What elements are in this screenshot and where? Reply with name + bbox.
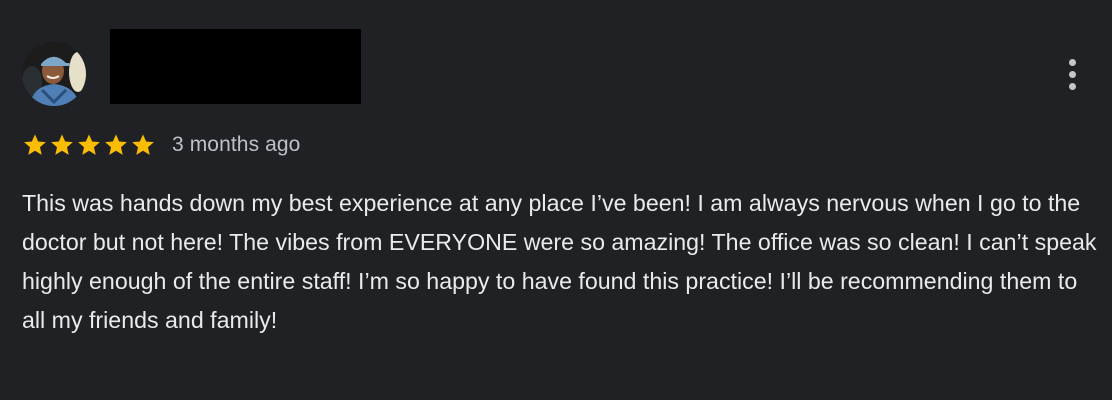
redacted-reviewer-name (110, 29, 361, 104)
more-vert-icon-dot (1068, 70, 1076, 78)
more-vert-icon-dot (1068, 82, 1076, 90)
review-text: This was hands down my best experience a… (22, 190, 1097, 333)
more-options-button[interactable] (1054, 52, 1090, 96)
avatar-photo (22, 42, 86, 106)
star-rating (22, 132, 156, 158)
reviewer-avatar[interactable] (22, 42, 86, 106)
more-vert-icon-dot (1068, 58, 1076, 66)
review-card: 3 months ago This was hands down my best… (0, 0, 1112, 400)
star-icon (76, 132, 102, 158)
star-icon (49, 132, 75, 158)
star-icon (103, 132, 129, 158)
rating-row: 3 months ago (22, 130, 300, 160)
star-icon (22, 132, 48, 158)
review-timestamp: 3 months ago (172, 133, 301, 156)
star-icon (130, 132, 156, 158)
